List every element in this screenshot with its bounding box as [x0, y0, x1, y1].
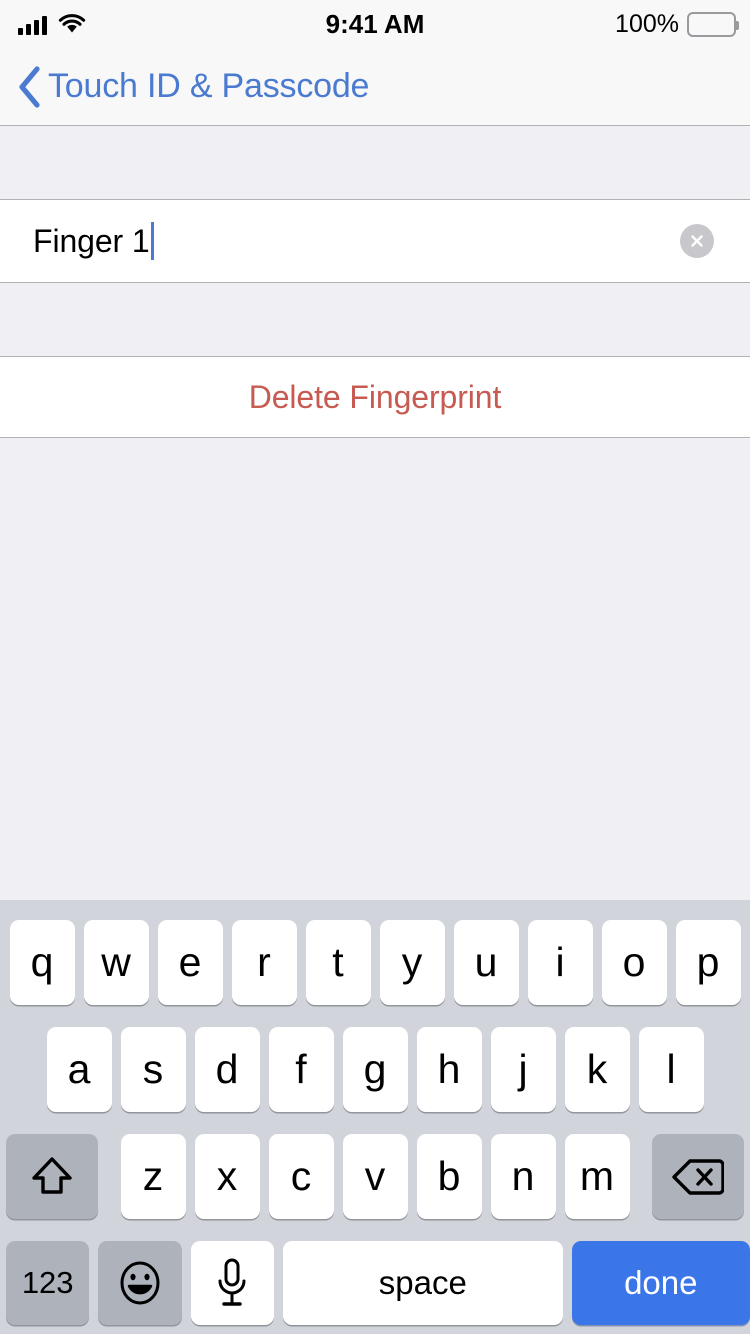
back-button-label: Touch ID & Passcode [48, 67, 370, 105]
key-o[interactable]: o [601, 920, 667, 1005]
key-n[interactable]: n [490, 1134, 556, 1219]
status-bar-right: 100% [615, 0, 739, 48]
space-key[interactable]: space [283, 1241, 563, 1325]
numbers-key[interactable]: 123 [6, 1241, 90, 1325]
backspace-delete-icon [672, 1156, 724, 1198]
text-cursor [150, 222, 154, 260]
key-c[interactable]: c [268, 1134, 334, 1219]
fingerprint-name-input[interactable]: Finger 1 [33, 222, 154, 260]
keyboard-row-2: a s d f g h j k l [0, 1027, 750, 1112]
key-u[interactable]: u [453, 920, 519, 1005]
keyboard-row-3: z x c v b n m [0, 1134, 750, 1219]
key-w[interactable]: w [83, 920, 149, 1005]
key-d[interactable]: d [194, 1027, 260, 1112]
key-v[interactable]: v [342, 1134, 408, 1219]
microphone-icon [215, 1257, 249, 1309]
key-y[interactable]: y [379, 920, 445, 1005]
shift-key[interactable] [6, 1134, 98, 1219]
key-s[interactable]: s [120, 1027, 186, 1112]
key-z[interactable]: z [120, 1134, 186, 1219]
phone-screen: 9:41 AM 100% Touch ID & Passcode Finger … [0, 0, 750, 1334]
key-a[interactable]: a [46, 1027, 112, 1112]
keyboard-row-4: 123 space done [0, 1241, 750, 1325]
delete-fingerprint-label: Delete Fingerprint [248, 378, 502, 415]
key-i[interactable]: i [527, 920, 593, 1005]
back-button[interactable]: Touch ID & Passcode [16, 48, 369, 125]
fingerprint-name-row[interactable]: Finger 1 [0, 200, 750, 283]
key-x[interactable]: x [194, 1134, 260, 1219]
section-spacer-top [0, 127, 750, 200]
keyboard-row-1: q w e r t y u i o p [0, 920, 750, 1005]
section-spacer-middle [0, 283, 750, 357]
clear-circle-icon[interactable] [680, 224, 714, 258]
onscreen-keyboard: q w e r t y u i o p a s d f g h j k l z … [0, 900, 750, 1334]
key-t[interactable]: t [305, 920, 371, 1005]
navigation-bar: Touch ID & Passcode [0, 48, 750, 126]
key-m[interactable]: m [564, 1134, 630, 1219]
key-q[interactable]: q [9, 920, 75, 1005]
key-f[interactable]: f [268, 1027, 334, 1112]
battery-percentage: 100% [615, 9, 679, 38]
fingerprint-name-value: Finger 1 [33, 222, 150, 259]
shift-arrow-icon [29, 1154, 75, 1200]
backspace-key[interactable] [652, 1134, 744, 1219]
delete-fingerprint-button[interactable]: Delete Fingerprint [0, 357, 750, 438]
emoji-key[interactable] [98, 1241, 182, 1325]
key-j[interactable]: j [490, 1027, 556, 1112]
smiley-face-icon [116, 1259, 164, 1307]
status-bar: 9:41 AM 100% [0, 0, 750, 48]
dictation-key[interactable] [190, 1241, 275, 1325]
key-l[interactable]: l [638, 1027, 704, 1112]
key-h[interactable]: h [416, 1027, 482, 1112]
key-k[interactable]: k [564, 1027, 630, 1112]
key-r[interactable]: r [231, 920, 297, 1005]
key-b[interactable]: b [416, 1134, 482, 1219]
key-p[interactable]: p [675, 920, 741, 1005]
key-g[interactable]: g [342, 1027, 408, 1112]
battery-full-icon [687, 11, 739, 37]
done-key[interactable]: done [571, 1241, 750, 1325]
empty-area [0, 438, 750, 897]
chevron-left-icon [16, 65, 42, 109]
key-e[interactable]: e [157, 920, 223, 1005]
